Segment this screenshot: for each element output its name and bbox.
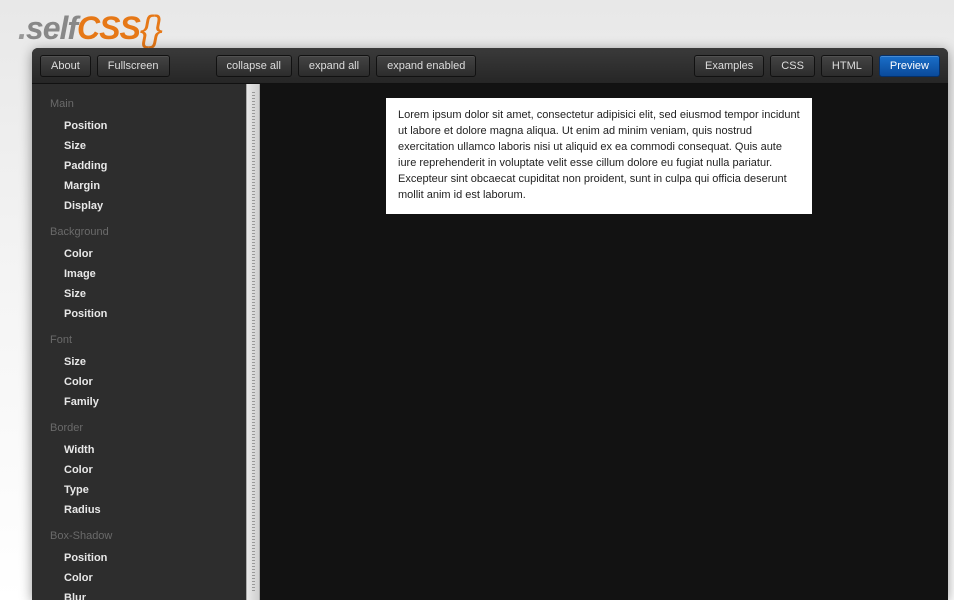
logo-braces: {} (140, 8, 162, 49)
sidebar-item-color[interactable]: Color (50, 568, 246, 588)
preview-content: Lorem ipsum dolor sit amet, consectetur … (386, 98, 812, 214)
sidebar-item-size[interactable]: Size (50, 352, 246, 372)
about-button[interactable]: About (40, 55, 91, 77)
expand-enabled-button[interactable]: expand enabled (376, 55, 476, 77)
sidebar-group-font: Font (50, 334, 246, 346)
app-body: MainPositionSizePaddingMarginDisplayBack… (32, 84, 948, 600)
sidebar-item-radius[interactable]: Radius (50, 500, 246, 520)
sidebar-item-position[interactable]: Position (50, 304, 246, 324)
expand-all-button[interactable]: expand all (298, 55, 370, 77)
sidebar-item-width[interactable]: Width (50, 440, 246, 460)
logo-self: self (26, 10, 77, 46)
sidebar-item-size[interactable]: Size (50, 284, 246, 304)
preview-button[interactable]: Preview (879, 55, 940, 77)
sidebar-item-display[interactable]: Display (50, 196, 246, 216)
sidebar-item-color[interactable]: Color (50, 244, 246, 264)
sidebar-group-box-shadow: Box-Shadow (50, 530, 246, 542)
preview-area: Lorem ipsum dolor sit amet, consectetur … (260, 84, 948, 600)
sidebar-item-type[interactable]: Type (50, 480, 246, 500)
sidebar-item-margin[interactable]: Margin (50, 176, 246, 196)
sidebar-item-color[interactable]: Color (50, 372, 246, 392)
sidebar-item-position[interactable]: Position (50, 548, 246, 568)
app-frame: About Fullscreen collapse all expand all… (32, 48, 948, 600)
sidebar-group-border: Border (50, 422, 246, 434)
collapse-all-button[interactable]: collapse all (216, 55, 292, 77)
logo-css: CSS (77, 10, 140, 46)
logo-dot: . (18, 10, 26, 46)
sidebar-item-family[interactable]: Family (50, 392, 246, 412)
sidebar-group-background: Background (50, 226, 246, 238)
sidebar-item-blur[interactable]: Blur (50, 588, 246, 600)
sidebar-group-main: Main (50, 98, 246, 110)
fullscreen-button[interactable]: Fullscreen (97, 55, 170, 77)
sidebar-item-padding[interactable]: Padding (50, 156, 246, 176)
sidebar: MainPositionSizePaddingMarginDisplayBack… (32, 84, 246, 600)
sidebar-resizer[interactable] (246, 84, 260, 600)
sidebar-item-color[interactable]: Color (50, 460, 246, 480)
sidebar-item-position[interactable]: Position (50, 116, 246, 136)
html-button[interactable]: HTML (821, 55, 873, 77)
examples-button[interactable]: Examples (694, 55, 764, 77)
sidebar-item-image[interactable]: Image (50, 264, 246, 284)
css-button[interactable]: CSS (770, 55, 815, 77)
sidebar-item-size[interactable]: Size (50, 136, 246, 156)
toolbar: About Fullscreen collapse all expand all… (32, 48, 948, 84)
app-logo: .selfCSS{} (18, 8, 162, 50)
